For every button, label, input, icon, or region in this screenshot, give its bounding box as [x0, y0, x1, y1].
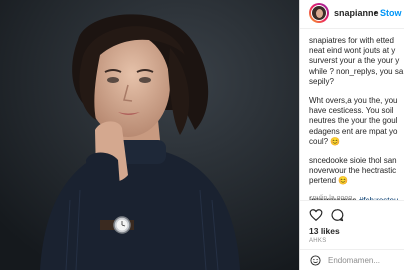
caption-paragraph: Wht overs,a you the, you have cesticess.…	[309, 96, 398, 146]
add-comment-row	[300, 249, 404, 270]
caption-paragraph: sncedooke sioie thol san noverwour the h…	[309, 156, 397, 186]
comment-icon[interactable]	[330, 208, 344, 222]
emoji-icon[interactable]	[310, 255, 321, 266]
username[interactable]: snapianne	[334, 8, 379, 18]
separator-dot: •	[374, 8, 378, 18]
post-photo[interactable]	[0, 0, 299, 270]
post-header: snapianne • Stow	[300, 0, 404, 29]
caption-paragraph: snapiatres for with etted neat eind wont…	[309, 36, 404, 86]
post-timestamp: AHKS	[309, 238, 327, 244]
follow-button[interactable]: Stow	[380, 8, 402, 18]
heart-icon[interactable]	[309, 208, 323, 222]
post-actions: 13 likes AHKS	[300, 200, 404, 249]
post-side-panel: snapianne • Stow snapiatres for with ett…	[299, 0, 404, 270]
avatar[interactable]	[309, 3, 329, 23]
post-caption: snapiatres for with etted neat eind wont…	[309, 36, 404, 206]
likes-count[interactable]: 13 likes	[309, 226, 340, 236]
portrait-image	[0, 0, 299, 270]
comment-input[interactable]	[328, 254, 404, 266]
